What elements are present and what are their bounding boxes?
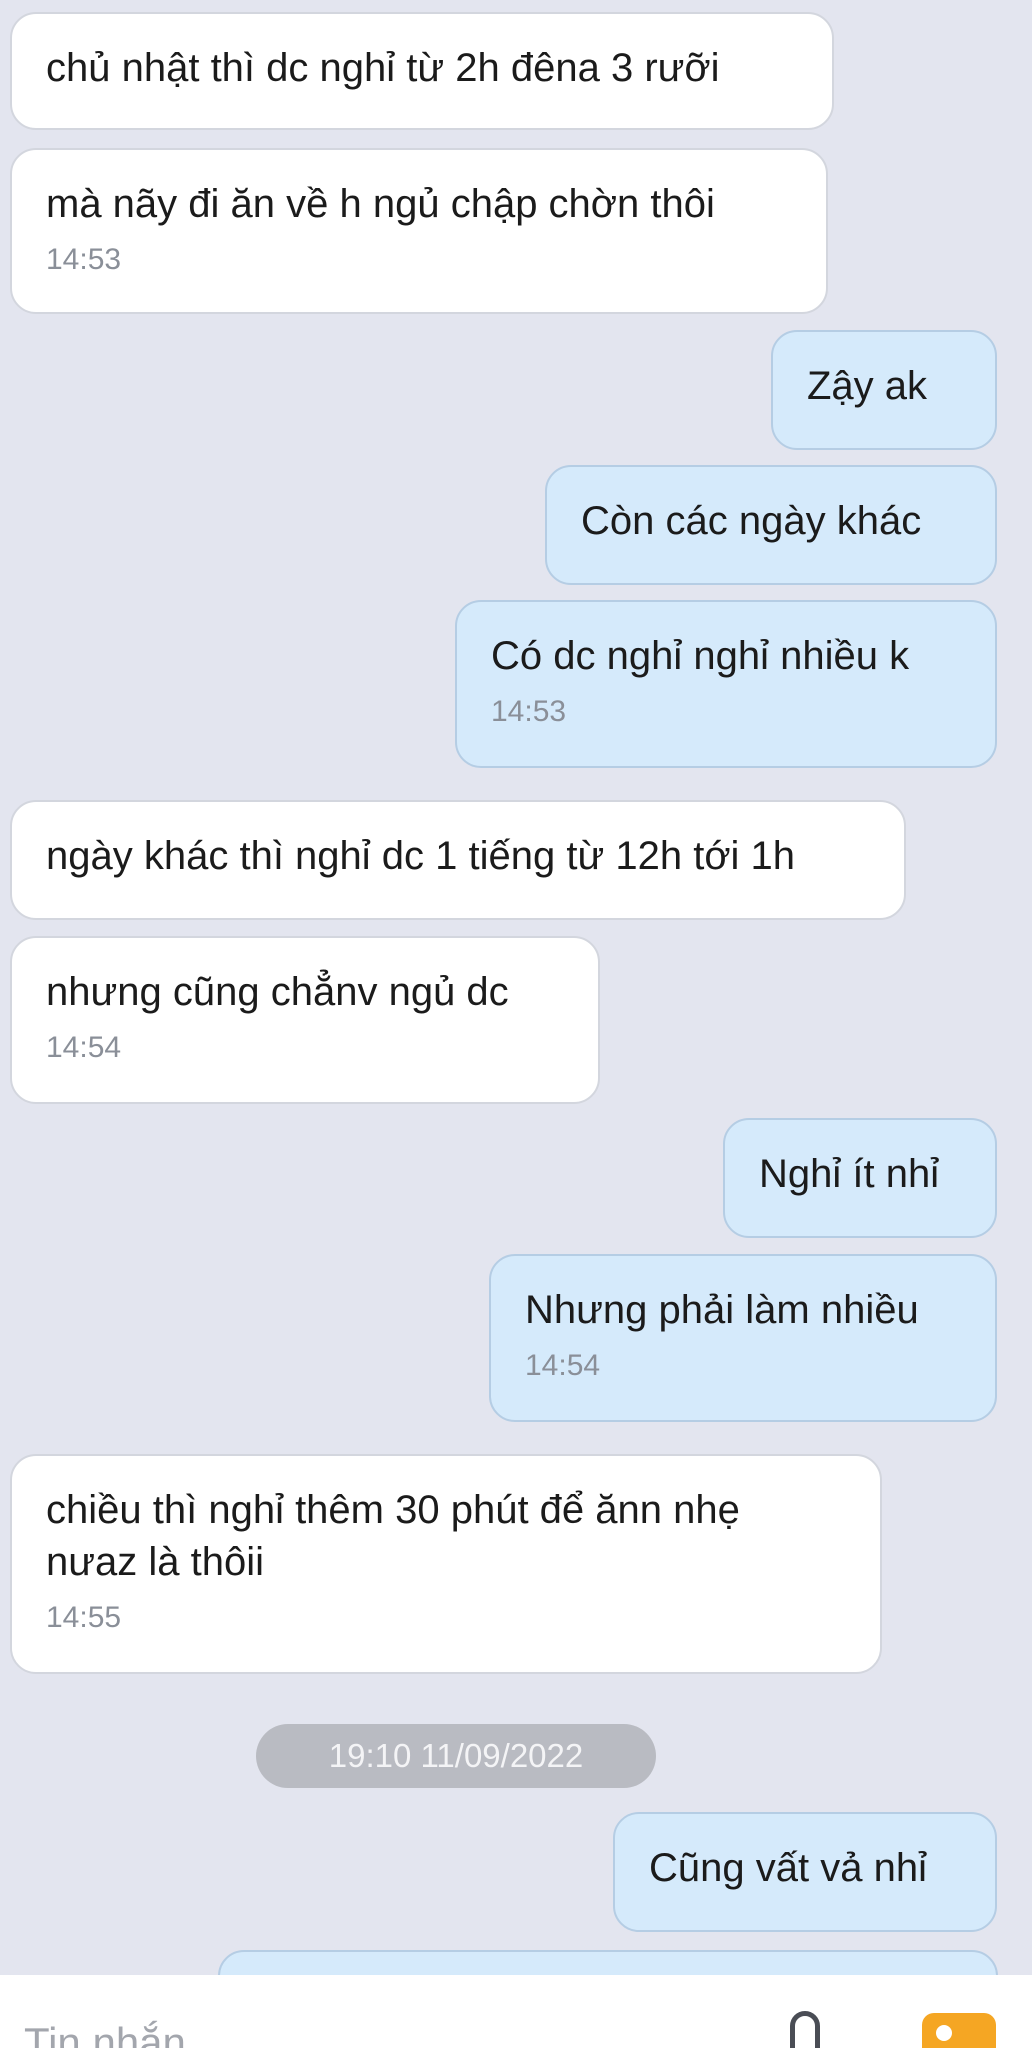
message-timestamp: 14:53 (46, 243, 122, 276)
message-bubble-outgoing[interactable]: Nghỉ ít nhỉ (723, 1118, 997, 1238)
message-text: Nhưng phải làm nhiều (525, 1288, 919, 1332)
more-icon[interactable]: ••• (620, 2029, 680, 2048)
message-text: mà nãy đi ăn về h ngủ chập chờn thôi (46, 182, 715, 226)
message-bubble-outgoing[interactable]: Zậy ak (771, 330, 997, 450)
message-composer: Tin nhắn ••• (0, 1975, 1032, 2048)
message-bubble-incoming[interactable]: nhưng cũng chẳnv ngủ dc 14:54 (10, 936, 600, 1104)
message-text: Có dc nghỉ nghỉ nhiều k (491, 634, 910, 678)
message-text: Còn các ngày khác (581, 499, 922, 543)
image-icon[interactable] (922, 2013, 996, 2048)
message-bubble-incoming[interactable]: chủ nhật thì dc nghỉ từ 2h đêna 3 rưỡi (10, 12, 834, 130)
message-bubble-incoming[interactable]: mà nãy đi ăn về h ngủ chập chờn thôi 14:… (10, 148, 828, 314)
message-text: ngày khác thì nghỉ dc 1 tiếng từ 12h tới… (46, 834, 796, 878)
message-timestamp: 14:53 (491, 695, 567, 728)
message-text: Cũng vất vả nhỉ (649, 1846, 927, 1890)
message-text: Nghỉ ít nhỉ (759, 1152, 940, 1196)
message-bubble-outgoing[interactable]: Nhưng phải làm nhiều 14:54 (489, 1254, 997, 1422)
date-divider: 19:10 11/09/2022 (256, 1724, 656, 1788)
message-bubble-outgoing[interactable]: Có dc nghỉ nghỉ nhiều k 14:53 (455, 600, 997, 768)
message-text: chủ nhật thì dc nghỉ từ 2h đêna 3 rưỡi (46, 46, 720, 90)
message-bubble-outgoing[interactable]: Còn các ngày khác (545, 465, 997, 585)
message-text: chiều thì nghỉ thêm 30 phút để ănn nhẹ n… (46, 1488, 740, 1584)
chat-thread[interactable]: chủ nhật thì dc nghỉ từ 2h đêna 3 rưỡi m… (0, 0, 1032, 1975)
message-text: nhưng cũng chẳnv ngủ dc (46, 970, 509, 1014)
message-timestamp: 14:54 (46, 1031, 122, 1064)
message-timestamp: 14:54 (525, 1349, 601, 1382)
message-timestamp: 14:55 (46, 1601, 122, 1634)
message-input[interactable]: Tin nhắn (24, 2019, 186, 2048)
message-bubble-outgoing-partial[interactable] (218, 1950, 998, 1975)
message-bubble-incoming[interactable]: chiều thì nghỉ thêm 30 phút để ănn nhẹ n… (10, 1454, 882, 1674)
message-text: Zậy ak (807, 364, 928, 408)
attachment-icon[interactable] (790, 2011, 820, 2048)
message-bubble-incoming[interactable]: ngày khác thì nghỉ dc 1 tiếng từ 12h tới… (10, 800, 906, 920)
message-bubble-outgoing[interactable]: Cũng vất vả nhỉ (613, 1812, 997, 1932)
